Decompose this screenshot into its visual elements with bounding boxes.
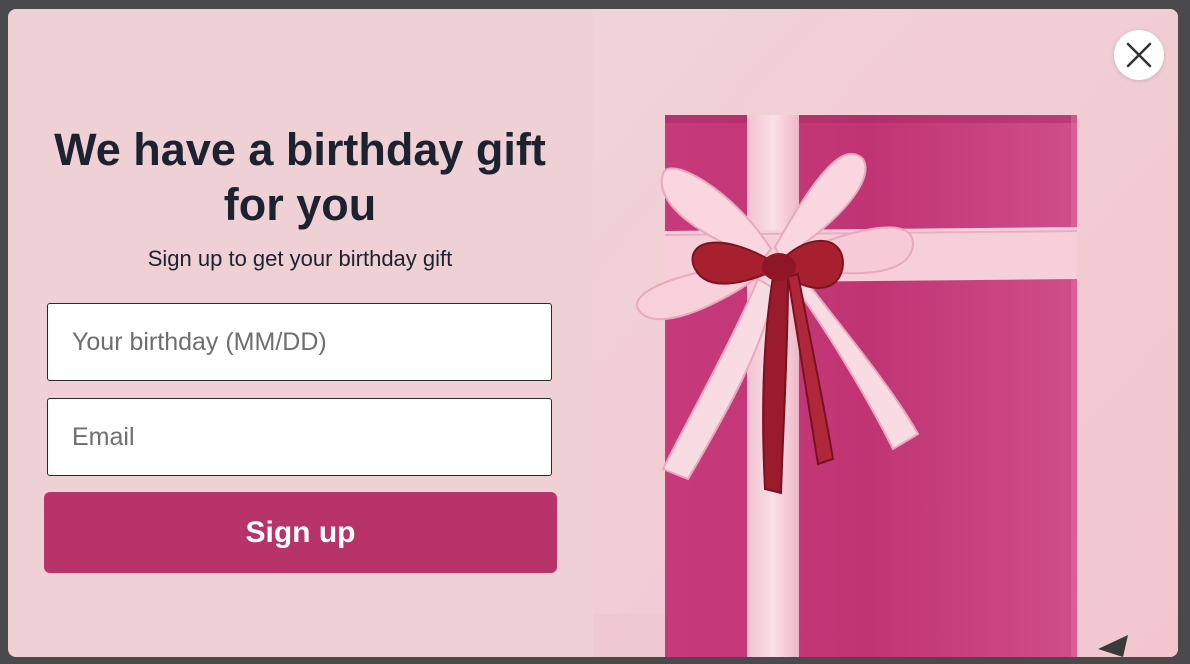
gift-box-image	[593, 9, 1178, 657]
popup-title: We have a birthday gift for you	[54, 124, 546, 230]
birthday-input[interactable]	[47, 303, 552, 381]
signup-form: We have a birthday gift for you Sign up …	[8, 9, 593, 657]
birthday-popup: We have a birthday gift for you Sign up …	[8, 9, 1178, 657]
popup-subtitle: Sign up to get your birthday gift	[147, 246, 453, 271]
table-surface	[593, 614, 673, 657]
gift-illustration	[593, 9, 1178, 657]
close-icon	[1126, 42, 1152, 68]
email-input[interactable]	[47, 398, 552, 476]
sign-up-button[interactable]: Sign up	[44, 492, 557, 573]
close-button[interactable]	[1114, 30, 1164, 80]
